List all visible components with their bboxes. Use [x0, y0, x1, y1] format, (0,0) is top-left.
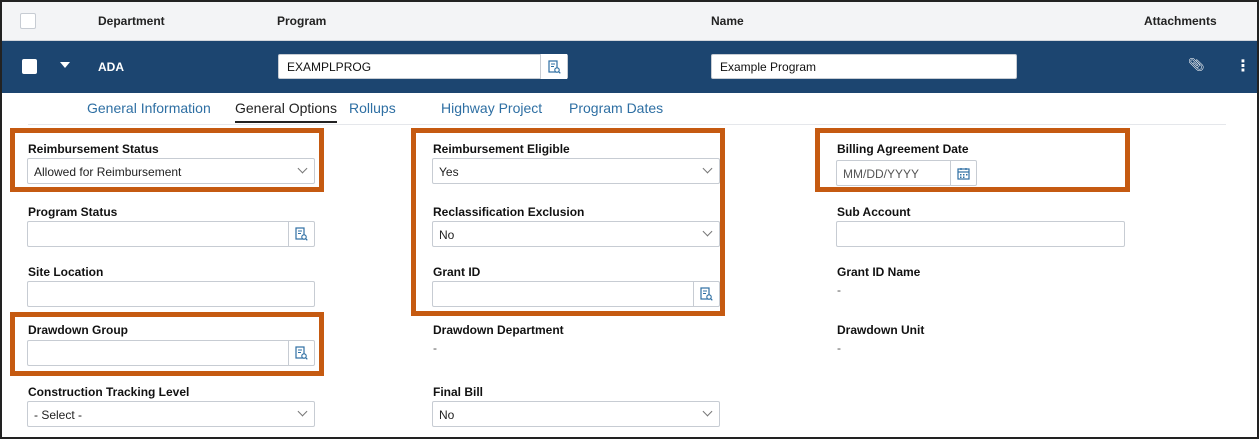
lookup-icon — [547, 59, 561, 74]
column-header-program[interactable]: Program — [277, 14, 326, 28]
row-department: ADA — [98, 60, 124, 74]
highlight-box-billing-agreement-date — [815, 128, 1130, 192]
grant-id-name-label: Grant ID Name — [837, 265, 921, 279]
tab-highway-project[interactable]: Highway Project — [441, 100, 542, 121]
drawdown-unit-label: Drawdown Unit — [837, 323, 925, 337]
program-status-input[interactable] — [27, 221, 315, 247]
highlight-box-eligibility-group — [411, 128, 725, 316]
program-row: ADA EXAMPLPROG Example Program 📎︎ ⋮ — [2, 41, 1257, 93]
construction-tracking-level-label: Construction Tracking Level — [28, 385, 190, 399]
grid-header: Department Program Name Attachments — [2, 2, 1257, 41]
highlight-box-reimbursement-status — [10, 128, 324, 192]
tab-divider — [28, 124, 1226, 125]
tab-general-information[interactable]: General Information — [87, 100, 211, 121]
program-form-screen: Department Program Name Attachments ADA … — [0, 0, 1259, 439]
site-location-label: Site Location — [28, 265, 104, 279]
final-bill-value: No — [439, 408, 455, 422]
program-status-label: Program Status — [28, 205, 118, 219]
highlight-box-drawdown-group — [10, 312, 324, 376]
final-bill-label: Final Bill — [433, 385, 484, 399]
row-checkbox[interactable] — [22, 59, 37, 74]
program-input-value: EXAMPLPROG — [287, 60, 372, 74]
tab-rollups[interactable]: Rollups — [349, 100, 396, 121]
column-header-name[interactable]: Name — [711, 14, 744, 28]
drawdown-department-label: Drawdown Department — [433, 323, 564, 337]
collapse-caret-icon[interactable] — [60, 62, 70, 68]
select-all-checkbox[interactable] — [20, 13, 36, 29]
chevron-down-icon — [702, 406, 713, 417]
construction-tracking-level-select[interactable]: - Select - — [27, 401, 315, 427]
sub-account-input[interactable] — [836, 221, 1125, 247]
tab-program-dates[interactable]: Program Dates — [569, 100, 663, 121]
row-more-options-icon[interactable]: ⋮ — [1235, 56, 1251, 76]
program-input[interactable]: EXAMPLPROG — [278, 54, 568, 79]
column-header-attachments[interactable]: Attachments — [1144, 14, 1217, 28]
name-input-value: Example Program — [720, 60, 817, 74]
grant-id-name-value: - — [837, 283, 841, 297]
attachment-paperclip-icon[interactable]: 📎︎ — [1188, 57, 1205, 73]
final-bill-select[interactable]: No — [432, 401, 720, 427]
chevron-down-icon — [297, 406, 308, 417]
column-header-department[interactable]: Department — [98, 14, 165, 28]
construction-tracking-level-value: - Select - — [34, 408, 83, 422]
drawdown-unit-value: - — [837, 341, 841, 355]
program-status-lookup-button[interactable] — [288, 222, 314, 246]
tab-general-options[interactable]: General Options — [235, 100, 337, 123]
lookup-icon — [295, 227, 308, 241]
program-lookup-button[interactable] — [540, 54, 567, 79]
name-input[interactable]: Example Program — [711, 54, 1017, 79]
drawdown-department-value: - — [433, 341, 437, 355]
tab-bar: General Information General Options Roll… — [2, 93, 1257, 125]
sub-account-label: Sub Account — [837, 205, 911, 219]
site-location-input[interactable] — [27, 281, 315, 307]
